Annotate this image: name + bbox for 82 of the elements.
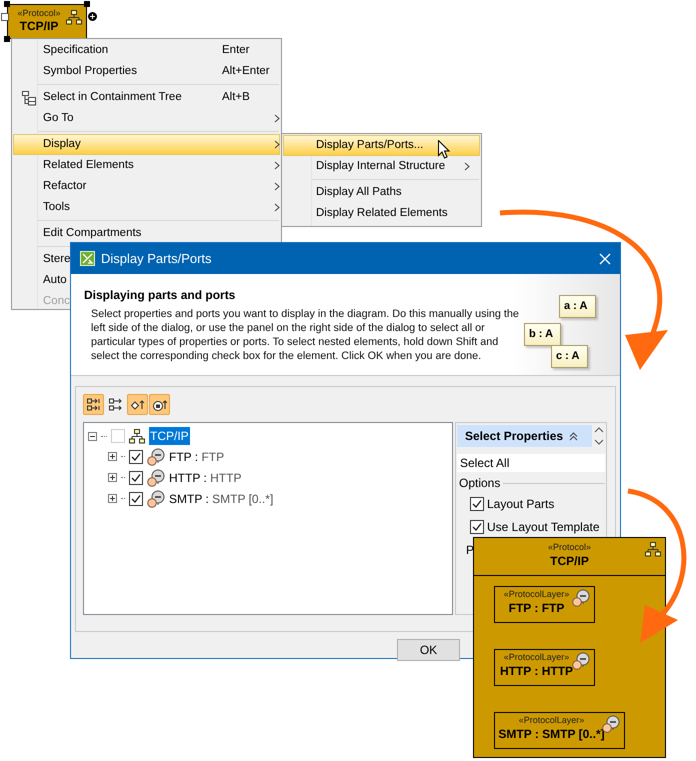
- stereotype-label: «Protocol»: [17, 7, 61, 19]
- part-icon: [147, 490, 165, 508]
- checkbox[interactable]: [129, 450, 143, 464]
- scroll-arrows-icon[interactable]: [594, 425, 604, 447]
- checkbox[interactable]: [129, 492, 143, 506]
- part-box: a : A: [559, 295, 596, 318]
- toolbar-button[interactable]: [149, 394, 170, 415]
- dialog-heading: Displaying parts and ports: [84, 287, 236, 303]
- network-icon: [645, 542, 661, 557]
- shape-name: TCP/IP: [20, 19, 58, 33]
- menu-item[interactable]: Display Related Elements: [283, 203, 480, 224]
- option-label: Layout Parts: [487, 496, 554, 512]
- tree-item[interactable]: HTTP : HTTP: [169, 468, 242, 486]
- option-label: P: [466, 542, 474, 559]
- chevron-icon: [274, 114, 280, 123]
- window-title: Display Parts/Ports: [101, 250, 212, 268]
- selection-handle[interactable]: [4, 1, 10, 7]
- part-icon: [572, 652, 590, 670]
- tree-item[interactable]: FTP : FTP: [169, 448, 224, 466]
- tree-item[interactable]: TCP/IP: [149, 427, 190, 445]
- shape-name: TCP/IP: [550, 553, 589, 569]
- part-icon: [572, 589, 590, 607]
- menu-item[interactable]: Display Internal Structure: [283, 156, 480, 177]
- menu-item[interactable]: Display All Paths: [283, 182, 480, 203]
- selection-handle[interactable]: [84, 1, 90, 7]
- checkbox[interactable]: [129, 470, 143, 484]
- dialog-description: Select properties and ports you want to display in the diagram. Do this manually using the left side of the dialog, or use the panel on the right side of the dialog to select all or particular types of properties or ports. To select nested elements, hold down Shift and select the corresponding check box for the element. Click OK when you are done.: [91, 307, 520, 363]
- toolbar-button[interactable]: [127, 394, 148, 415]
- stereotype-label: «Protocol»: [548, 541, 592, 553]
- menu-item[interactable]: Specification Enter: [13, 40, 280, 61]
- chevron-icon: [274, 203, 280, 212]
- chevron-icon: [274, 140, 280, 149]
- menu-item[interactable]: Go To: [13, 108, 280, 129]
- class-shape[interactable]: «Protocol» TCP/IP: [7, 4, 87, 39]
- menu-item[interactable]: Tools: [13, 197, 280, 218]
- menu-item[interactable]: Symbol Properties Alt+Enter: [13, 61, 280, 82]
- ok-button[interactable]: OK: [397, 639, 460, 661]
- selection-handle[interactable]: [4, 36, 10, 42]
- tree-item[interactable]: SMTP : SMTP [0..*]: [169, 490, 274, 508]
- group-label: Options: [459, 475, 500, 492]
- collapse-icon[interactable]: [88, 432, 97, 440]
- section-header[interactable]: Select Properties: [457, 425, 592, 447]
- part-icon: [602, 715, 620, 733]
- network-icon: [129, 428, 145, 444]
- select-all-item[interactable]: Select All: [457, 454, 605, 472]
- diamond-arrow-icon: [130, 398, 144, 412]
- menu-item[interactable]: Display: [13, 134, 280, 155]
- menu-item[interactable]: Related Elements: [13, 155, 280, 176]
- stereotype-label: «ProtocolLayer»: [504, 651, 570, 663]
- tree-icon: [20, 90, 36, 106]
- chevron-icon: [274, 182, 280, 191]
- lock-arrow-icon: [152, 398, 166, 412]
- menu-item[interactable]: Select in Containment Tree Alt+B: [13, 87, 280, 108]
- menu-item[interactable]: Refactor: [13, 176, 280, 197]
- checkbox[interactable]: [470, 496, 484, 510]
- part-name: SMTP : SMTP [0..*]: [498, 726, 605, 742]
- arrows-icon: [108, 398, 122, 412]
- mouse-cursor-icon: [438, 140, 450, 159]
- arrows-icon: [86, 398, 100, 412]
- toolbar-button[interactable]: [83, 394, 104, 415]
- checkbox[interactable]: [470, 520, 484, 534]
- network-icon: [66, 10, 82, 25]
- chevron-icon: [274, 161, 280, 170]
- close-icon[interactable]: [599, 252, 611, 264]
- menu-item[interactable]: Display Parts/Ports...: [283, 135, 480, 156]
- part-icon: [147, 448, 165, 466]
- menu-item[interactable]: Edit Compartments: [13, 223, 280, 244]
- part-name: HTTP : HTTP: [500, 663, 574, 679]
- part-box: c : A: [551, 345, 588, 368]
- add-icon[interactable]: [88, 12, 97, 21]
- dialog-icon: [80, 251, 95, 266]
- collapse-icon: [569, 432, 578, 440]
- expand-icon[interactable]: [108, 494, 117, 503]
- expand-icon[interactable]: [108, 473, 117, 482]
- stereotype-label: «ProtocolLayer»: [504, 588, 570, 600]
- stereotype-label: «ProtocolLayer»: [518, 714, 584, 726]
- chevron-icon: [464, 162, 470, 171]
- part-name: FTP : FTP: [508, 600, 564, 616]
- option-label: Use Layout Template: [487, 518, 600, 536]
- part-box: b : A: [524, 323, 561, 346]
- expand-icon[interactable]: [108, 452, 117, 461]
- part-icon: [147, 468, 165, 486]
